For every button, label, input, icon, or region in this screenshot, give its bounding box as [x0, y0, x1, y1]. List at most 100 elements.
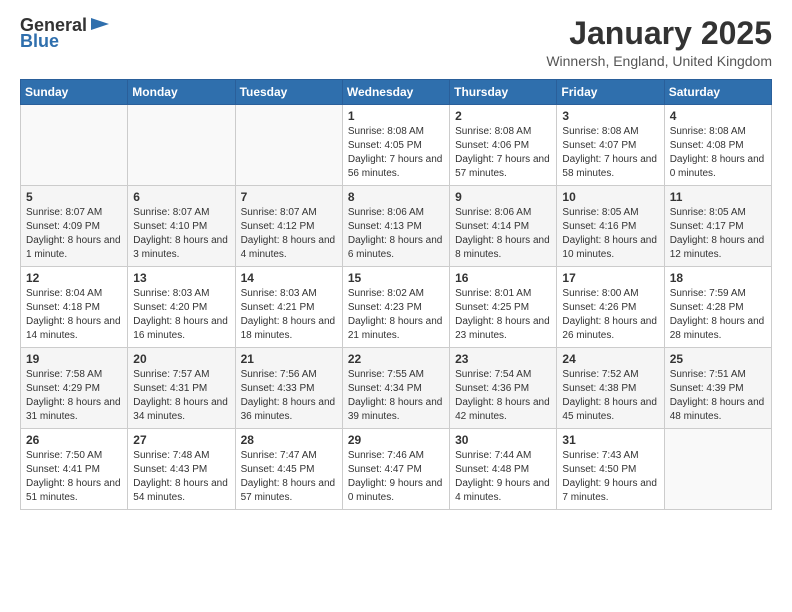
header: General Blue January 2025 Winnersh, Engl…	[20, 16, 772, 69]
calendar-cell: 29Sunrise: 7:46 AM Sunset: 4:47 PM Dayli…	[342, 429, 449, 510]
day-info: Sunrise: 7:55 AM Sunset: 4:34 PM Dayligh…	[348, 368, 444, 424]
day-info: Sunrise: 8:06 AM Sunset: 4:14 PM Dayligh…	[455, 206, 551, 262]
calendar-cell: 1 Sunrise: 8:08 AM Sunset: 4:05 PM Daylig…	[342, 105, 449, 186]
day-number: 19	[26, 352, 122, 366]
day-number: 30	[455, 433, 551, 447]
day-number: 31	[562, 433, 658, 447]
day-info: Sunrise: 7:48 AM Sunset: 4:43 PM Dayligh…	[133, 449, 229, 505]
day-number: 8	[348, 190, 444, 204]
day-info: Sunrise: 7:56 AM Sunset: 4:33 PM Dayligh…	[241, 368, 337, 424]
day-info: Sunrise: 8:07 AM Sunset: 4:12 PM Dayligh…	[241, 206, 337, 262]
month-title: January 2025	[546, 16, 772, 51]
day-number: 14	[241, 271, 337, 285]
calendar-cell: 24Sunrise: 7:52 AM Sunset: 4:38 PM Dayli…	[557, 348, 664, 429]
day-number: 28	[241, 433, 337, 447]
day-info: Sunrise: 8:03 AM Sunset: 4:20 PM Dayligh…	[133, 287, 229, 343]
calendar-cell: 22 Sunrise: 7:55 AM Sunset: 4:34 PM Dayli…	[342, 348, 449, 429]
calendar-cell: 20 Sunrise: 7:57 AM Sunset: 4:31 PM Dayli…	[128, 348, 235, 429]
day-number: 17	[562, 271, 658, 285]
day-info: Sunrise: 8:08 AM Sunset: 4:08 PM Dayligh…	[670, 125, 766, 181]
week-row-4: 19Sunrise: 7:58 AM Sunset: 4:29 PM Dayli…	[21, 348, 772, 429]
day-number: 22	[348, 352, 444, 366]
day-number: 2	[455, 109, 551, 123]
day-number: 11	[670, 190, 766, 204]
calendar-cell: 7 Sunrise: 8:07 AM Sunset: 4:12 PM Daylig…	[235, 186, 342, 267]
day-info: Sunrise: 8:03 AM Sunset: 4:21 PM Dayligh…	[241, 287, 337, 343]
day-number: 20	[133, 352, 229, 366]
week-row-1: 1 Sunrise: 8:08 AM Sunset: 4:05 PM Daylig…	[21, 105, 772, 186]
calendar-cell: 6 Sunrise: 8:07 AM Sunset: 4:10 PM Daylig…	[128, 186, 235, 267]
calendar-cell: 16Sunrise: 8:01 AM Sunset: 4:25 PM Dayli…	[450, 267, 557, 348]
day-number: 9	[455, 190, 551, 204]
day-info: Sunrise: 8:08 AM Sunset: 4:06 PM Dayligh…	[455, 125, 551, 181]
calendar-cell: 15 Sunrise: 8:02 AM Sunset: 4:23 PM Dayli…	[342, 267, 449, 348]
day-info: Sunrise: 8:00 AM Sunset: 4:26 PM Dayligh…	[562, 287, 658, 343]
weekday-header-tuesday: Tuesday	[235, 80, 342, 105]
logo-blue: Blue	[20, 32, 111, 50]
calendar-cell: 5 Sunrise: 8:07 AM Sunset: 4:09 PM Daylig…	[21, 186, 128, 267]
day-number: 7	[241, 190, 337, 204]
day-info: Sunrise: 8:01 AM Sunset: 4:25 PM Dayligh…	[455, 287, 551, 343]
day-number: 3	[562, 109, 658, 123]
calendar-cell: 13Sunrise: 8:03 AM Sunset: 4:20 PM Dayli…	[128, 267, 235, 348]
day-info: Sunrise: 7:43 AM Sunset: 4:50 PM Dayligh…	[562, 449, 658, 505]
weekday-header-thursday: Thursday	[450, 80, 557, 105]
day-info: Sunrise: 7:52 AM Sunset: 4:38 PM Dayligh…	[562, 368, 658, 424]
calendar: SundayMondayTuesdayWednesdayThursdayFrid…	[20, 79, 772, 510]
day-info: Sunrise: 8:05 AM Sunset: 4:16 PM Dayligh…	[562, 206, 658, 262]
calendar-cell: 10 Sunrise: 8:05 AM Sunset: 4:16 PM Dayli…	[557, 186, 664, 267]
day-number: 15	[348, 271, 444, 285]
calendar-cell: 11Sunrise: 8:05 AM Sunset: 4:17 PM Dayli…	[664, 186, 771, 267]
calendar-cell: 2 Sunrise: 8:08 AM Sunset: 4:06 PM Daylig…	[450, 105, 557, 186]
calendar-cell: 25Sunrise: 7:51 AM Sunset: 4:39 PM Dayli…	[664, 348, 771, 429]
calendar-cell	[128, 105, 235, 186]
day-info: Sunrise: 7:44 AM Sunset: 4:48 PM Dayligh…	[455, 449, 551, 505]
calendar-cell: 4Sunrise: 8:08 AM Sunset: 4:08 PM Daylig…	[664, 105, 771, 186]
calendar-cell: 31 Sunrise: 7:43 AM Sunset: 4:50 PM Dayli…	[557, 429, 664, 510]
calendar-cell: 28 Sunrise: 7:47 AM Sunset: 4:45 PM Dayli…	[235, 429, 342, 510]
logo: General Blue	[20, 16, 111, 50]
calendar-cell: 27Sunrise: 7:48 AM Sunset: 4:43 PM Dayli…	[128, 429, 235, 510]
day-number: 6	[133, 190, 229, 204]
day-number: 18	[670, 271, 766, 285]
weekday-header-monday: Monday	[128, 80, 235, 105]
calendar-cell: 21Sunrise: 7:56 AM Sunset: 4:33 PM Dayli…	[235, 348, 342, 429]
day-info: Sunrise: 8:08 AM Sunset: 4:05 PM Dayligh…	[348, 125, 444, 181]
day-number: 23	[455, 352, 551, 366]
calendar-cell: 12Sunrise: 8:04 AM Sunset: 4:18 PM Dayli…	[21, 267, 128, 348]
week-row-5: 26 Sunrise: 7:50 AM Sunset: 4:41 PM Dayli…	[21, 429, 772, 510]
calendar-cell: 19Sunrise: 7:58 AM Sunset: 4:29 PM Dayli…	[21, 348, 128, 429]
day-info: Sunrise: 8:07 AM Sunset: 4:10 PM Dayligh…	[133, 206, 229, 262]
weekday-header-sunday: Sunday	[21, 80, 128, 105]
calendar-cell: 18Sunrise: 7:59 AM Sunset: 4:28 PM Dayli…	[664, 267, 771, 348]
calendar-cell	[664, 429, 771, 510]
calendar-cell	[21, 105, 128, 186]
day-info: Sunrise: 8:02 AM Sunset: 4:23 PM Dayligh…	[348, 287, 444, 343]
day-number: 25	[670, 352, 766, 366]
calendar-cell: 3 Sunrise: 8:08 AM Sunset: 4:07 PM Daylig…	[557, 105, 664, 186]
calendar-cell: 30 Sunrise: 7:44 AM Sunset: 4:48 PM Dayli…	[450, 429, 557, 510]
day-number: 12	[26, 271, 122, 285]
day-info: Sunrise: 7:46 AM Sunset: 4:47 PM Dayligh…	[348, 449, 444, 505]
weekday-header-friday: Friday	[557, 80, 664, 105]
calendar-cell: 23 Sunrise: 7:54 AM Sunset: 4:36 PM Dayli…	[450, 348, 557, 429]
title-area: January 2025 Winnersh, England, United K…	[546, 16, 772, 69]
day-number: 26	[26, 433, 122, 447]
day-info: Sunrise: 7:50 AM Sunset: 4:41 PM Dayligh…	[26, 449, 122, 505]
day-info: Sunrise: 7:54 AM Sunset: 4:36 PM Dayligh…	[455, 368, 551, 424]
week-row-3: 12Sunrise: 8:04 AM Sunset: 4:18 PM Dayli…	[21, 267, 772, 348]
weekday-header-row: SundayMondayTuesdayWednesdayThursdayFrid…	[21, 80, 772, 105]
day-info: Sunrise: 8:07 AM Sunset: 4:09 PM Dayligh…	[26, 206, 122, 262]
day-info: Sunrise: 7:57 AM Sunset: 4:31 PM Dayligh…	[133, 368, 229, 424]
day-info: Sunrise: 8:08 AM Sunset: 4:07 PM Dayligh…	[562, 125, 658, 181]
day-number: 1	[348, 109, 444, 123]
calendar-cell: 17 Sunrise: 8:00 AM Sunset: 4:26 PM Dayli…	[557, 267, 664, 348]
day-info: Sunrise: 7:47 AM Sunset: 4:45 PM Dayligh…	[241, 449, 337, 505]
day-number: 5	[26, 190, 122, 204]
calendar-cell: 14 Sunrise: 8:03 AM Sunset: 4:21 PM Dayli…	[235, 267, 342, 348]
calendar-cell: 26 Sunrise: 7:50 AM Sunset: 4:41 PM Dayli…	[21, 429, 128, 510]
calendar-cell: 8 Sunrise: 8:06 AM Sunset: 4:13 PM Daylig…	[342, 186, 449, 267]
day-info: Sunrise: 8:06 AM Sunset: 4:13 PM Dayligh…	[348, 206, 444, 262]
weekday-header-saturday: Saturday	[664, 80, 771, 105]
day-number: 10	[562, 190, 658, 204]
